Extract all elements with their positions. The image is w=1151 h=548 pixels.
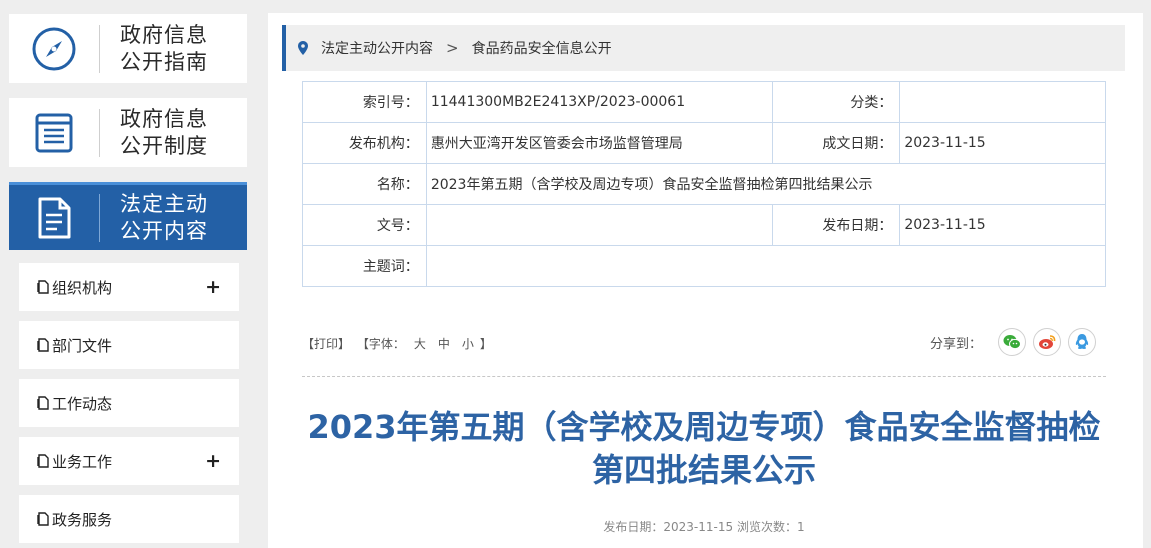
font-large-button[interactable]: 大	[414, 337, 426, 351]
print-button[interactable]: 【打印】	[302, 337, 350, 351]
name-value: 2023年第五期（含学校及周边专项）食品安全监督抽检第四批结果公示	[425, 163, 1107, 205]
views-count: 1	[796, 520, 805, 534]
print-font-controls: 【打印】 【字体： 大中小】	[302, 335, 495, 352]
document-number-label: 文号：	[302, 204, 427, 246]
name-label: 名称：	[302, 163, 427, 205]
table-row: 索引号： 11441300MB2E2413XP/2023-00061 分类：	[302, 81, 1106, 123]
location-pin-icon	[298, 41, 308, 55]
nav-tile-disclosure-system[interactable]: 政府信息 公开制度	[9, 98, 247, 167]
compass-icon	[9, 14, 99, 83]
document-list-icon	[9, 98, 99, 167]
file-icon	[37, 396, 49, 410]
nav-tile-disclosure-guide[interactable]: 政府信息 公开指南	[9, 14, 247, 83]
share-bar: 分享到：	[930, 328, 1096, 356]
article-publish-info: 发布日期：2023-11-15 浏览次数：1	[302, 518, 1106, 535]
tile-label: 法定主动 公开内容	[120, 191, 208, 243]
created-date-label: 成文日期：	[771, 122, 901, 164]
font-size-prefix: 【字体：	[356, 337, 405, 351]
nav-tile-statutory-content[interactable]: 法定主动 公开内容	[9, 182, 247, 250]
document-metadata-table: 索引号： 11441300MB2E2413XP/2023-00061 分类： 发…	[302, 81, 1107, 287]
chevron-right-icon: >	[446, 39, 459, 57]
sidebar-item-department-files[interactable]: 部门文件	[19, 321, 239, 369]
article-toolbar: 【打印】 【字体： 大中小】 分享到：	[302, 328, 1106, 358]
wechat-icon	[1003, 335, 1021, 350]
sidebar-item-label: 部门文件	[52, 336, 113, 355]
publish-date-value: 2023-11-15	[663, 520, 734, 534]
document-number-value	[425, 204, 773, 246]
category-value	[899, 81, 1106, 123]
qq-share-button[interactable]	[1068, 328, 1096, 356]
divider	[302, 376, 1106, 377]
breadcrumb: 法定主动公开内容 > 食品药品安全信息公开	[282, 25, 1125, 71]
file-icon	[37, 512, 49, 526]
publisher-value: 惠州大亚湾开发区管委会市场监督管理局	[425, 122, 773, 164]
views-label: 浏览次数：	[736, 520, 797, 534]
keywords-label: 主题词：	[302, 245, 427, 287]
qq-icon	[1075, 334, 1089, 349]
created-date-value: 2023-11-15	[899, 122, 1106, 164]
table-row: 名称： 2023年第五期（含学校及周边专项）食品安全监督抽检第四批结果公示	[302, 163, 1107, 205]
sidebar-item-label: 组织机构	[52, 278, 113, 297]
left-sidebar: 政府信息 公开指南 政府信息 公开制度 法定主动 公开内容 组织机构 + 部门文…	[0, 0, 256, 548]
sidebar-item-label: 工作动态	[52, 394, 113, 413]
font-medium-button[interactable]: 中	[438, 337, 450, 351]
font-size-suffix: 】	[479, 337, 492, 351]
file-icon	[37, 280, 49, 294]
table-row: 发布机构： 惠州大亚湾开发区管委会市场监督管理局 成文日期： 2023-11-1…	[302, 122, 1106, 164]
keywords-value	[425, 245, 1107, 287]
sidebar-item-government-services[interactable]: 政务服务	[19, 495, 239, 543]
published-date-label: 发布日期：	[771, 204, 901, 246]
tile-label: 政府信息 公开指南	[120, 22, 208, 74]
wechat-share-button[interactable]	[998, 328, 1026, 356]
tile-label: 政府信息 公开制度	[120, 106, 208, 158]
share-label: 分享到：	[929, 336, 982, 352]
document-icon	[9, 185, 99, 250]
published-date-value: 2023-11-15	[899, 204, 1106, 246]
index-value: 11441300MB2E2413XP/2023-00061	[425, 81, 773, 123]
breadcrumb-link-current[interactable]: 食品药品安全信息公开	[472, 38, 612, 58]
file-icon	[37, 338, 49, 352]
expand-plus-icon[interactable]: +	[205, 450, 221, 472]
publish-date-label: 发布日期：	[603, 520, 664, 534]
font-small-button[interactable]: 小	[462, 337, 474, 351]
main-content: 法定主动公开内容 > 食品药品安全信息公开 索引号： 11441300MB2E2…	[268, 13, 1143, 548]
sidebar-item-label: 业务工作	[52, 452, 113, 471]
sidebar-item-business-work[interactable]: 业务工作 +	[19, 437, 239, 485]
sidebar-item-work-news[interactable]: 工作动态	[19, 379, 239, 427]
index-label: 索引号：	[302, 81, 427, 123]
file-icon	[37, 454, 49, 468]
sidebar-item-label: 政务服务	[52, 510, 113, 529]
article-title: 2023年第五期（含学校及周边专项）食品安全监督抽检第四批结果公示	[307, 408, 1101, 489]
weibo-icon	[1039, 335, 1056, 349]
table-row: 文号： 发布日期： 2023-11-15	[302, 204, 1106, 246]
table-row: 主题词：	[302, 245, 1107, 287]
publisher-label: 发布机构：	[302, 122, 427, 164]
expand-plus-icon[interactable]: +	[205, 276, 221, 298]
breadcrumb-link-parent[interactable]: 法定主动公开内容	[321, 38, 433, 58]
weibo-share-button[interactable]	[1033, 328, 1061, 356]
category-label: 分类：	[771, 81, 901, 123]
sidebar-item-organization[interactable]: 组织机构 +	[19, 263, 239, 311]
